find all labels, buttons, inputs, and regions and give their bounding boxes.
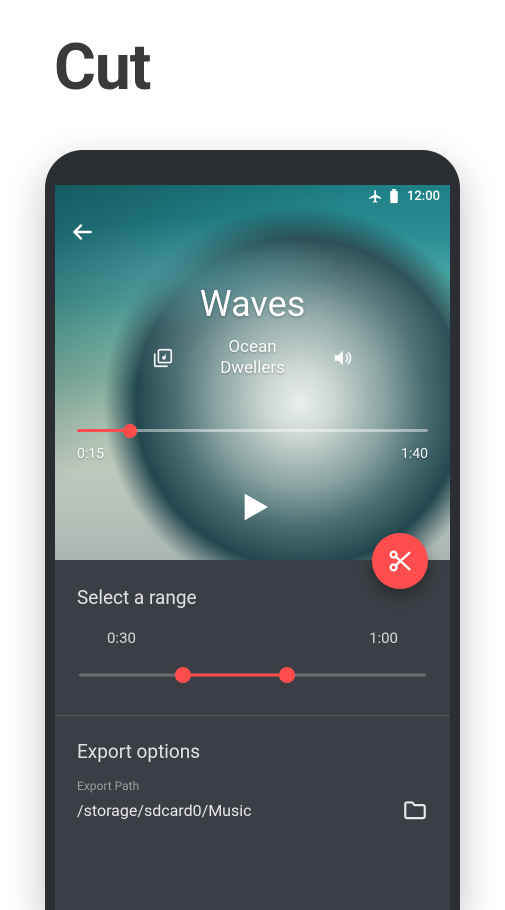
range-fill (183, 674, 287, 677)
range-thumb-end[interactable] (279, 667, 295, 683)
export-path-label: Export Path (77, 779, 428, 793)
status-time: 12:00 (407, 189, 440, 204)
library-button[interactable] (152, 347, 174, 369)
range-heading: Select a range (77, 586, 428, 609)
range-end-time: 1:00 (369, 629, 398, 647)
battery-icon (389, 189, 399, 204)
airplane-mode-icon (368, 189, 383, 204)
progress-thumb[interactable] (123, 424, 137, 438)
choose-folder-button[interactable] (402, 797, 428, 823)
volume-icon (331, 347, 353, 369)
lower-panel: Select a range 0:30 1:00 Export options … (55, 560, 450, 910)
play-button[interactable] (233, 487, 273, 527)
phone-screen: 12:00 Waves Ocean Dwellers (55, 185, 450, 910)
album-art: 12:00 Waves Ocean Dwellers (55, 185, 450, 560)
page-title: Cut (0, 0, 505, 105)
range-thumb-start[interactable] (175, 667, 191, 683)
arrow-left-icon (69, 219, 95, 245)
range-start-time: 0:30 (107, 629, 136, 647)
artist-name: Ocean Dwellers (220, 337, 285, 380)
status-bar: 12:00 (55, 185, 450, 207)
scissors-icon (386, 547, 414, 575)
export-path-value: /storage/sdcard0/Music (77, 801, 252, 820)
range-slider[interactable] (79, 665, 426, 685)
cut-fab[interactable] (372, 533, 428, 589)
export-heading: Export options (77, 740, 428, 763)
track-title: Waves (55, 283, 450, 325)
total-time: 1:40 (401, 446, 428, 462)
back-button[interactable] (69, 219, 97, 247)
library-music-icon (152, 347, 174, 369)
folder-icon (402, 797, 428, 823)
volume-button[interactable] (331, 347, 353, 369)
elapsed-time: 0:15 (77, 446, 104, 462)
divider (55, 715, 450, 716)
playback-progress[interactable] (77, 429, 428, 432)
phone-frame: 12:00 Waves Ocean Dwellers (45, 150, 460, 910)
play-icon (233, 487, 273, 527)
